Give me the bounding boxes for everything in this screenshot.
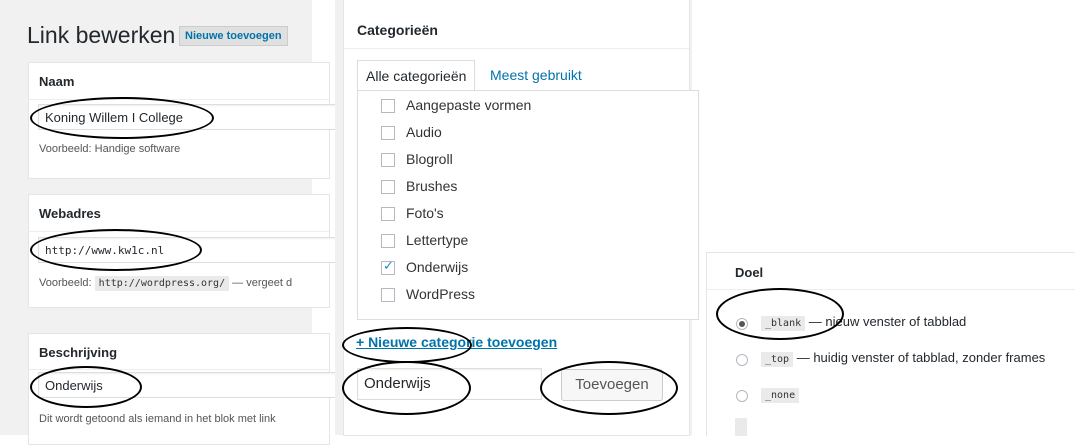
scroll-fragment [735, 418, 747, 436]
category-checkbox[interactable] [381, 126, 395, 140]
target-code: _blank [761, 316, 806, 331]
category-checkbox[interactable] [381, 234, 395, 248]
category-label: Onderwijs [406, 259, 469, 275]
url-help-prefix: Voorbeeld: [39, 277, 92, 289]
url-input[interactable]: http://www.kw1c.nl [38, 237, 338, 263]
url-help: Voorbeeld: http://wordpress.org/ — verge… [39, 276, 293, 291]
divider [29, 99, 329, 100]
category-label: Lettertype [406, 232, 469, 248]
divider [344, 48, 689, 49]
add-category-button[interactable]: Toevoegen [561, 369, 663, 401]
target-code: _top [761, 352, 794, 367]
target-option-blank: _blank — nieuw venster of tabblad [761, 314, 967, 331]
categories-box: Categorieën Alle categorieën Meest gebru… [343, 0, 699, 436]
category-checkbox[interactable] [381, 207, 395, 221]
divider [29, 231, 329, 232]
add-new-category-link[interactable]: + Nieuwe categorie toevoegen [356, 334, 557, 350]
url-help-suffix: — vergeet d [232, 277, 293, 289]
description-input[interactable]: Onderwijs [38, 372, 338, 398]
name-section: Naam Koning Willem I College Voorbeeld: … [28, 62, 338, 179]
category-label: Blogroll [406, 151, 453, 167]
description-label: Beschrijving [39, 345, 118, 360]
category-label: Foto's [406, 205, 444, 221]
category-label: WordPress [406, 286, 475, 302]
target-desc: — nieuw venster of tabblad [808, 314, 967, 329]
category-checkbox[interactable] [381, 288, 395, 302]
target-option-top: _top — huidig venster of tabblad, zonder… [761, 350, 1046, 367]
description-section: Beschrijving Onderwijs Dit wordt getoond… [28, 333, 338, 445]
divider [29, 369, 329, 370]
page-title: Link bewerken [27, 22, 176, 48]
tab-all-categories[interactable]: Alle categorieën [357, 60, 476, 92]
name-help: Voorbeeld: Handige software [39, 143, 181, 155]
category-checklist: Aangepaste vormen Audio Blogroll Brushes… [357, 90, 699, 320]
target-radio-top[interactable] [736, 354, 748, 366]
target-code: _none [761, 388, 800, 403]
category-label: Aangepaste vormen [406, 97, 532, 113]
categories-title: Categorieën [357, 22, 438, 38]
tab-label: Alle categorieën [366, 68, 467, 84]
category-checkbox[interactable] [381, 99, 395, 113]
target-radio-blank[interactable] [736, 318, 748, 330]
url-label: Webadres [39, 206, 101, 221]
target-box: Doel _blank — nieuw venster of tabblad _… [706, 252, 1075, 436]
category-checkbox-checked[interactable] [381, 259, 395, 275]
category-label: Brushes [406, 178, 458, 194]
category-checkbox[interactable] [381, 180, 395, 194]
edit-link-panel: Link bewerken Nieuwe toevoegen Naam Koni… [0, 0, 338, 445]
target-title: Doel [735, 265, 764, 280]
new-category-input[interactable]: Onderwijs [357, 368, 542, 400]
divider [707, 289, 1075, 290]
url-section: Webadres http://www.kw1c.nl Voorbeeld: h… [28, 194, 338, 308]
description-help: Dit wordt getoond als iemand in het blok… [39, 413, 276, 425]
target-option-none: _none [761, 386, 800, 403]
url-help-code: http://wordpress.org/ [94, 276, 230, 291]
tab-most-used[interactable]: Meest gebruikt [490, 60, 582, 90]
name-input[interactable]: Koning Willem I College [38, 104, 338, 130]
categories-panel: Categorieën Alle categorieën Meest gebru… [335, 0, 699, 436]
add-new-button[interactable]: Nieuwe toevoegen [179, 26, 288, 46]
target-radio-none[interactable] [736, 390, 748, 402]
category-label: Audio [406, 124, 442, 140]
name-label: Naam [39, 74, 75, 89]
target-panel: Doel _blank — nieuw venster of tabblad _… [706, 0, 1075, 436]
category-checkbox[interactable] [381, 153, 395, 167]
target-desc: — huidig venster of tabblad, zonder fram… [796, 350, 1046, 365]
